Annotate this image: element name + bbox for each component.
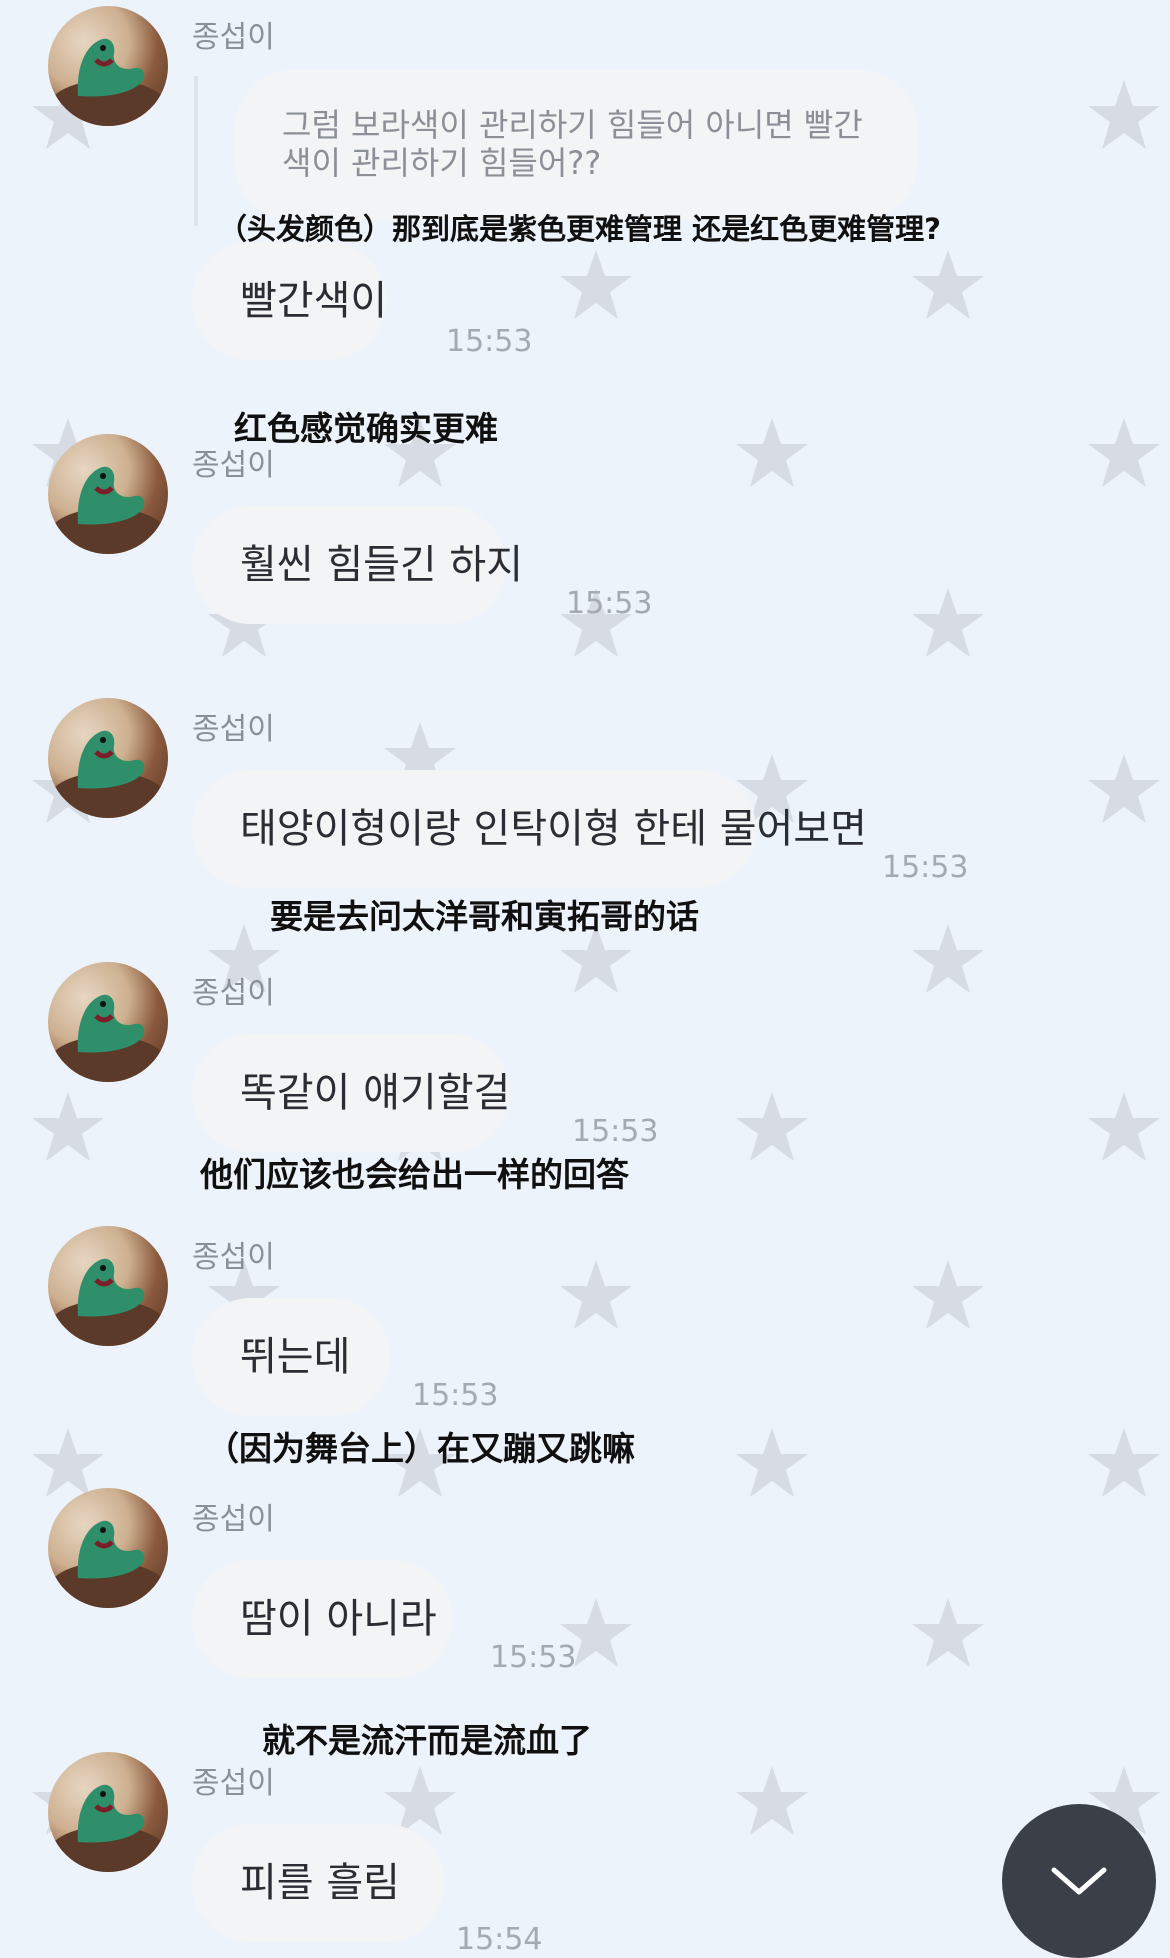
message-bubble[interactable]: 태양이형이랑 인탁이형 한테 물어보면	[192, 770, 867, 888]
message-time: 15:54	[456, 1922, 543, 1957]
translation-caption: 要是去问太洋哥和寅拓哥的话	[270, 897, 699, 936]
sender-name: 종섭이	[192, 1502, 275, 1537]
lizard-avatar-icon[interactable]	[48, 1752, 168, 1872]
sender-name: 종섭이	[192, 712, 275, 747]
quoted-message[interactable]: 그럼 보라색이 관리하기 힘들어 아니면 빨간색이 관리하기 힘들어??	[234, 70, 918, 220]
message-bubble[interactable]: 피를 흘림	[192, 1824, 444, 1942]
sender-name: 종섭이	[192, 448, 275, 483]
translation-caption: 就不是流汗而是流血了	[262, 1721, 592, 1760]
message-time: 15:53	[566, 586, 653, 621]
message-bubble[interactable]: 똑같이 얘기할걸	[192, 1034, 510, 1152]
translation-caption: （因为舞台上）在又蹦又跳嘛	[206, 1429, 635, 1468]
star-pattern-icon	[32, 80, 1160, 1835]
scroll-down-button[interactable]	[1002, 1804, 1156, 1958]
sender-name: 종섭이	[192, 1766, 275, 1801]
sender-name: 종섭이	[192, 976, 275, 1011]
lizard-avatar-icon[interactable]	[48, 434, 168, 554]
sender-name: 종섭이	[192, 20, 275, 55]
lizard-avatar-icon[interactable]	[48, 1488, 168, 1608]
message-bubble[interactable]: 땀이 아니라	[192, 1560, 452, 1678]
chevron-down-icon	[1051, 1867, 1107, 1895]
lizard-avatar-icon[interactable]	[48, 962, 168, 1082]
message-time: 15:53	[446, 324, 533, 359]
message-time: 15:53	[412, 1378, 499, 1413]
message-bubble[interactable]: 빨간색이	[192, 242, 387, 360]
lizard-avatar-icon[interactable]	[48, 1226, 168, 1346]
quote-bar	[194, 76, 198, 226]
message-time: 15:53	[490, 1640, 577, 1675]
message-time: 15:53	[882, 850, 969, 885]
sender-name: 종섭이	[192, 1240, 275, 1275]
message-time: 15:53	[572, 1114, 659, 1149]
lizard-avatar-icon[interactable]	[48, 6, 168, 126]
lizard-avatar-icon[interactable]	[48, 698, 168, 818]
translation-caption: 他们应该也会给出一样的回答	[200, 1155, 629, 1194]
translation-caption: （头发颜色）那到底是紫色更难管理 还是红色更难管理?	[218, 212, 941, 246]
message-bubble[interactable]: 뛰는데	[192, 1298, 390, 1416]
message-bubble[interactable]: 훨씬 힘들긴 하지	[192, 506, 523, 624]
